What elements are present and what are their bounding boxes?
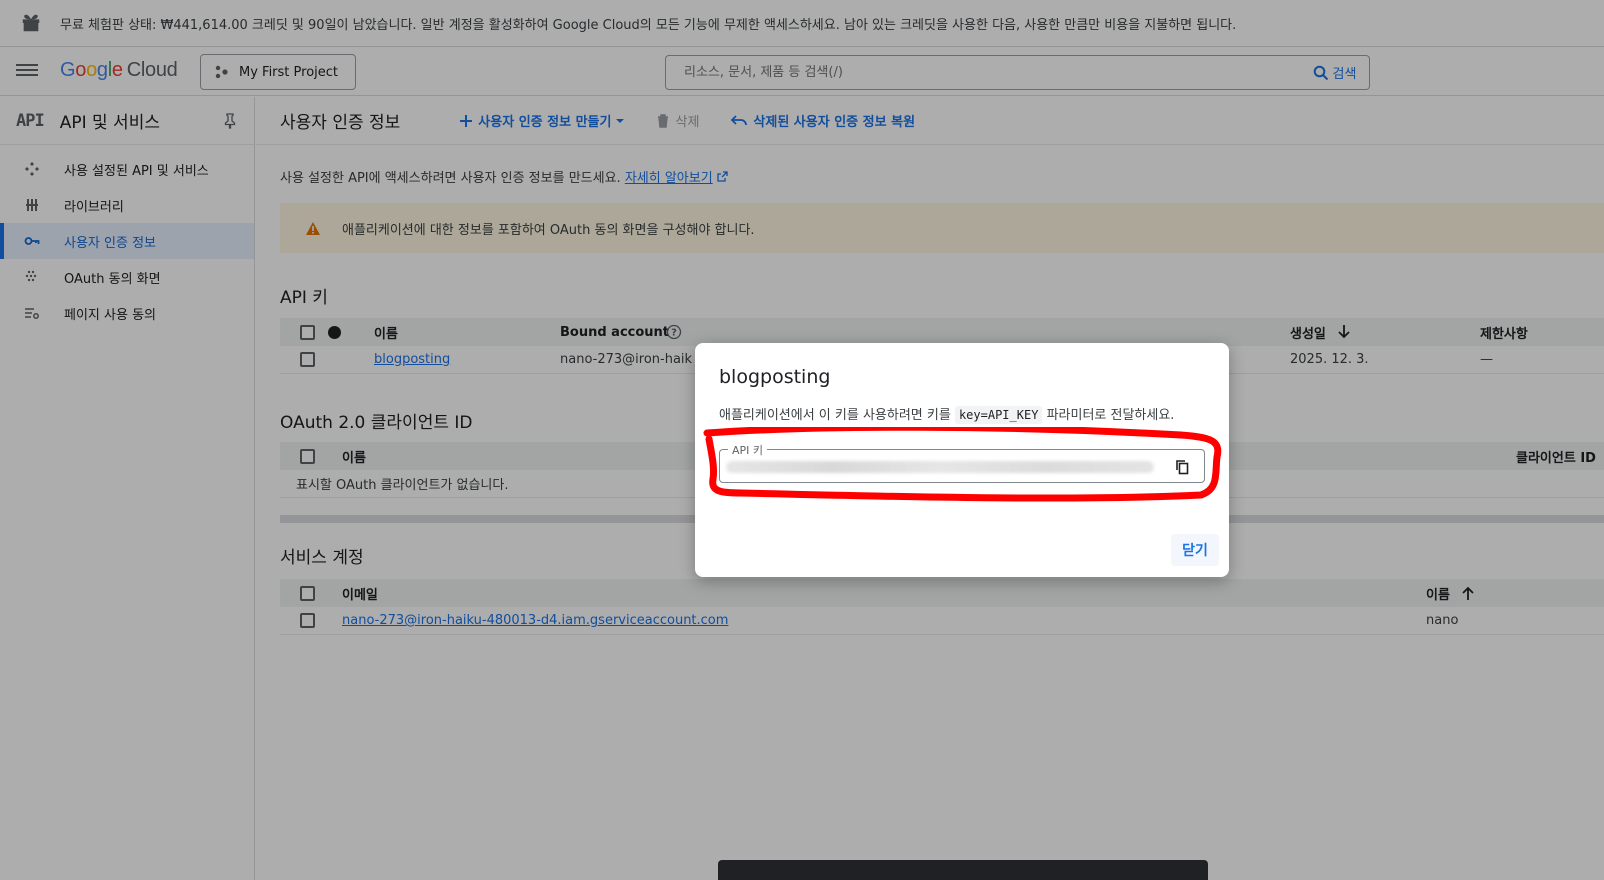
snackbar — [718, 860, 1208, 880]
api-key-label: API 키 — [728, 442, 768, 458]
api-key-field[interactable]: API 키 — [719, 442, 1205, 483]
api-key-dialog: blogposting 애플리케이션에서 이 키를 사용하려면 키를 key=A… — [695, 343, 1229, 577]
dialog-description: 애플리케이션에서 이 키를 사용하려면 키를 key=API_KEY 파라미터로… — [719, 406, 1175, 424]
copy-icon[interactable] — [1174, 458, 1192, 476]
api-key-value-redacted — [726, 461, 1154, 473]
dialog-title: blogposting — [719, 366, 831, 388]
param-code: key=API_KEY — [954, 406, 1043, 424]
close-button[interactable]: 닫기 — [1171, 534, 1219, 566]
